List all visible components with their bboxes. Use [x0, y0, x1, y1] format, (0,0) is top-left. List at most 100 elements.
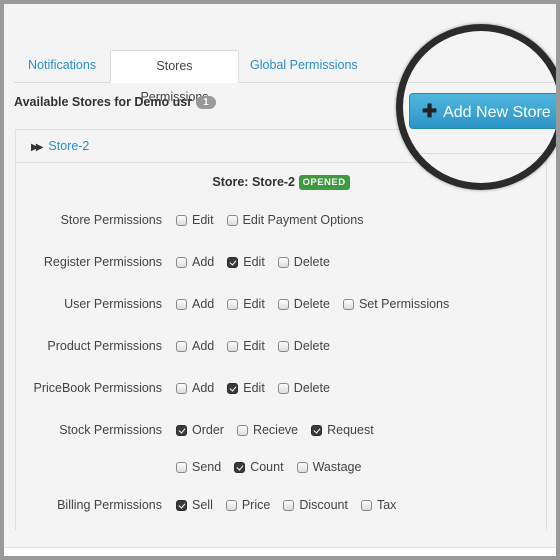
permission-options: Sell Price Discount Tax — [176, 498, 409, 512]
permission-option[interactable]: Edit — [227, 381, 265, 395]
permission-option[interactable]: Delete — [277, 381, 330, 395]
option-label: Edit — [243, 339, 265, 353]
permission-option[interactable]: Discount — [283, 498, 348, 512]
checkbox-unchecked[interactable] — [342, 299, 354, 310]
option-label: Send — [192, 460, 222, 474]
divider — [548, 153, 549, 183]
checkbox-unchecked[interactable] — [176, 257, 187, 268]
option-label: Edit — [192, 213, 214, 227]
fast-forward-icon: ▶▶ — [31, 142, 44, 153]
checkbox-checked[interactable] — [227, 257, 239, 268]
checkbox-unchecked[interactable] — [176, 462, 187, 473]
permission-option[interactable]: Wastage — [296, 460, 362, 474]
checkbox-unchecked[interactable] — [277, 257, 289, 268]
permission-option[interactable]: Sell — [176, 498, 213, 512]
option-label: Tax — [376, 498, 397, 512]
permission-option[interactable]: Set Permissions — [342, 297, 450, 311]
option-label: Price — [241, 498, 271, 512]
permission-options: Order Recieve Request — [176, 423, 387, 437]
permission-label: User Permissions — [64, 297, 162, 311]
checkbox-unchecked[interactable] — [360, 500, 372, 511]
checkbox-unchecked[interactable] — [277, 383, 289, 394]
checkbox-checked[interactable] — [234, 462, 246, 473]
option-label: Set Permissions — [358, 297, 450, 311]
option-label: Add — [192, 339, 215, 353]
permission-row: Stock Permissions Order Recieve Request — [16, 423, 546, 439]
checkbox-checked[interactable] — [311, 425, 323, 436]
permission-option[interactable]: Tax — [360, 498, 397, 512]
permission-option[interactable]: Edit Payment Options — [226, 213, 363, 227]
divider — [403, 82, 556, 83]
permission-row: Billing Permissions Sell Price Discount Tax — [16, 498, 546, 514]
option-label: Wastage — [312, 460, 362, 474]
permission-option[interactable]: Request — [311, 423, 374, 437]
option-label: Delete — [293, 339, 330, 353]
store-count-badge: 1 — [196, 96, 216, 109]
permission-option[interactable]: Count — [234, 460, 284, 474]
tab-notifications[interactable]: Notifications — [16, 50, 108, 81]
permission-row: PriceBook Permissions Add Edit Delete — [16, 381, 546, 397]
checkbox-unchecked[interactable] — [176, 299, 187, 310]
permission-row: User Permissions Add Edit Delete Set Permiss… — [16, 297, 546, 313]
permission-options: Add Edit Delete — [176, 255, 343, 269]
permission-option[interactable]: Delete — [277, 297, 330, 311]
add-new-store-label: Add New Store — [443, 104, 551, 121]
permission-options: Add Edit Delete — [176, 339, 343, 353]
permission-option[interactable]: Order — [176, 423, 224, 437]
store-panel: ▶▶ Store-2 Store: Store-2 OPENED Store Pe… — [15, 129, 547, 530]
checkbox-unchecked[interactable] — [277, 299, 289, 310]
permission-option[interactable]: Add — [176, 255, 214, 269]
checkbox-unchecked[interactable] — [277, 341, 289, 352]
permission-option[interactable]: Edit — [227, 297, 265, 311]
available-stores-label: Available Stores for Demo usr — [14, 95, 193, 109]
permission-row: Register Permissions Add Edit Delete — [16, 255, 546, 271]
checkbox-unchecked[interactable] — [236, 425, 248, 436]
checkbox-unchecked[interactable] — [227, 299, 239, 310]
permission-option[interactable]: Price — [225, 498, 271, 512]
permission-options: Edit Edit Payment Options — [176, 213, 376, 227]
permission-label: Product Permissions — [47, 339, 162, 353]
permission-option[interactable]: Add — [176, 381, 214, 395]
option-label: Count — [250, 460, 284, 474]
permission-options: Add Edit Delete Set Permissions — [176, 297, 462, 311]
permission-options: Send Count Wastage — [176, 460, 374, 474]
option-label: Add — [192, 297, 215, 311]
permission-option[interactable]: Recieve — [236, 423, 299, 437]
permission-option[interactable]: Delete — [277, 255, 330, 269]
tab-global-permissions[interactable]: Global Permissions — [238, 50, 370, 81]
permission-option[interactable]: Edit — [176, 213, 214, 227]
magnifier-highlight: ✚ Add New Store — [396, 24, 556, 190]
permission-option[interactable]: Edit — [227, 255, 265, 269]
checkbox-unchecked[interactable] — [176, 341, 187, 352]
add-new-store-button[interactable]: ✚ Add New Store — [409, 93, 556, 129]
permission-row: Store Permissions Edit Edit Payment Option… — [16, 213, 546, 229]
permission-option[interactable]: Send — [176, 460, 221, 474]
checkbox-checked[interactable] — [176, 425, 187, 436]
checkbox-checked[interactable] — [227, 383, 239, 394]
status-badge: OPENED — [298, 175, 350, 190]
option-label: Add — [192, 381, 215, 395]
store-title-text: Store: Store-2 — [212, 175, 296, 189]
permission-option[interactable]: Add — [176, 339, 214, 353]
tab-stores-permissions[interactable]: Stores Permissions — [110, 50, 239, 104]
bottom-edge — [4, 547, 556, 556]
option-label: Recieve — [252, 423, 299, 437]
permission-label: Register Permissions — [43, 255, 162, 269]
checkbox-unchecked[interactable] — [176, 383, 187, 394]
permission-option[interactable]: Add — [176, 297, 214, 311]
checkbox-checked[interactable] — [176, 500, 187, 511]
option-label: Edit — [243, 381, 265, 395]
permission-option[interactable]: Delete — [277, 339, 330, 353]
option-label: Order — [192, 423, 224, 437]
available-stores-heading: Available Stores for Demo usr 1 — [14, 95, 216, 109]
checkbox-unchecked[interactable] — [176, 215, 187, 226]
permission-option[interactable]: Edit — [227, 339, 265, 353]
checkbox-unchecked[interactable] — [283, 500, 295, 511]
permission-label: Store Permissions — [60, 213, 162, 227]
store-link[interactable]: Store-2 — [48, 139, 89, 153]
divider — [403, 153, 556, 154]
checkbox-unchecked[interactable] — [227, 341, 239, 352]
checkbox-unchecked[interactable] — [296, 462, 308, 473]
checkbox-unchecked[interactable] — [225, 500, 237, 511]
checkbox-unchecked[interactable] — [226, 215, 238, 226]
